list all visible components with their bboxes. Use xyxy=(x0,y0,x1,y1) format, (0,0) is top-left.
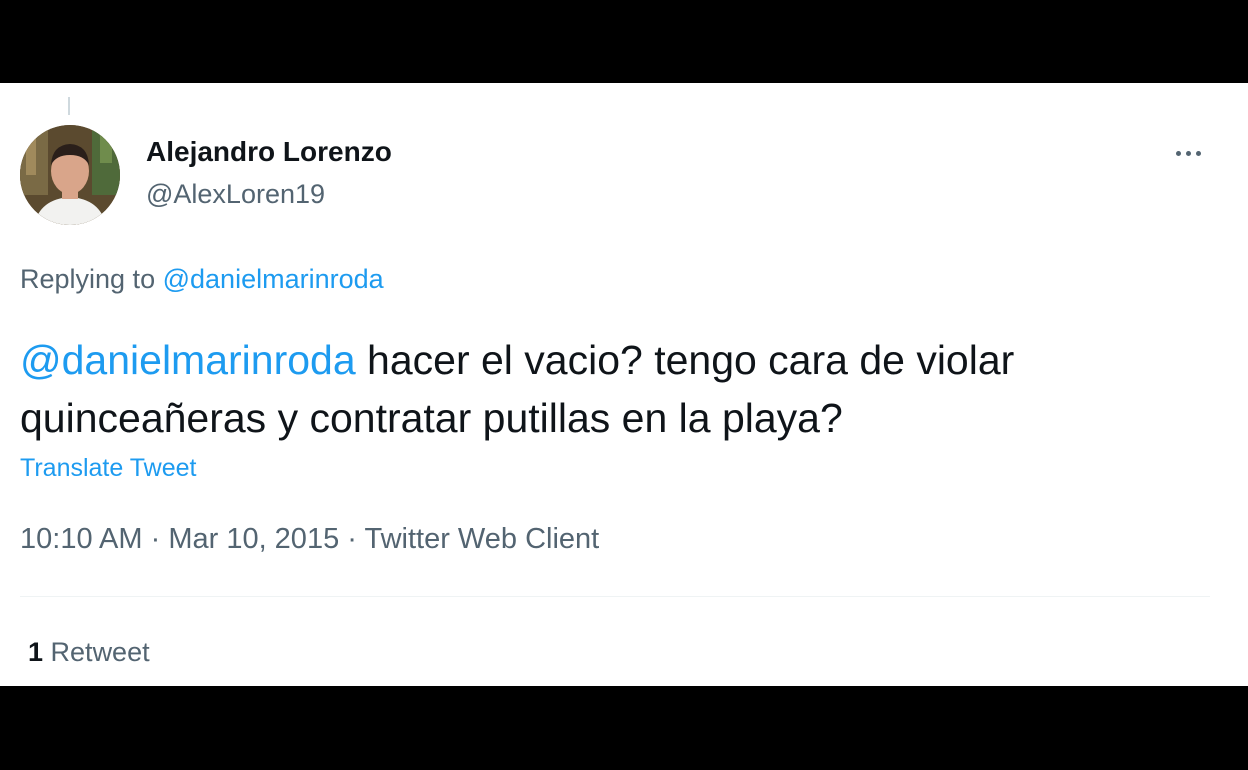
avatar[interactable] xyxy=(20,125,120,225)
tweet-text-mention-link[interactable]: @danielmarinroda xyxy=(20,337,356,383)
author-handle[interactable]: @AlexLoren19 xyxy=(146,179,325,210)
divider xyxy=(20,596,1210,597)
more-options-button[interactable] xyxy=(1164,135,1212,171)
replying-to-line: Replying to @danielmarinroda xyxy=(20,264,384,295)
tweet-client[interactable]: Twitter Web Client xyxy=(364,523,599,555)
author-name[interactable]: Alejandro Lorenzo xyxy=(146,136,392,168)
translate-tweet-link[interactable]: Translate Tweet xyxy=(20,454,196,483)
replying-to-mention-link[interactable]: @danielmarinroda xyxy=(163,264,384,294)
retweet-label: Retweet xyxy=(50,637,150,667)
thread-connector-line xyxy=(68,97,70,115)
tweet-text: @danielmarinroda hacer el vacio? tengo c… xyxy=(20,331,1210,447)
retweets-stat[interactable]: 1 Retweet xyxy=(28,637,150,668)
tweet-date[interactable]: Mar 10, 2015 xyxy=(168,523,339,555)
retweet-count: 1 xyxy=(28,637,44,667)
more-horizontal-icon-dot xyxy=(1185,150,1191,156)
more-horizontal-icon xyxy=(1175,150,1181,156)
replying-to-label: Replying to xyxy=(20,264,156,294)
tweet-time[interactable]: 10:10 AM xyxy=(20,523,143,555)
letterbox-top xyxy=(0,0,1248,83)
tweet-metadata: 10:10 AM · Mar 10, 2015 · Twitter Web Cl… xyxy=(20,523,599,556)
meta-separator: · xyxy=(339,523,365,555)
more-horizontal-icon-dot xyxy=(1195,150,1201,156)
tweet-card: Alejandro Lorenzo @AlexLoren19 Replying … xyxy=(0,83,1248,686)
letterbox-bottom xyxy=(0,686,1248,770)
meta-separator: · xyxy=(142,523,169,555)
